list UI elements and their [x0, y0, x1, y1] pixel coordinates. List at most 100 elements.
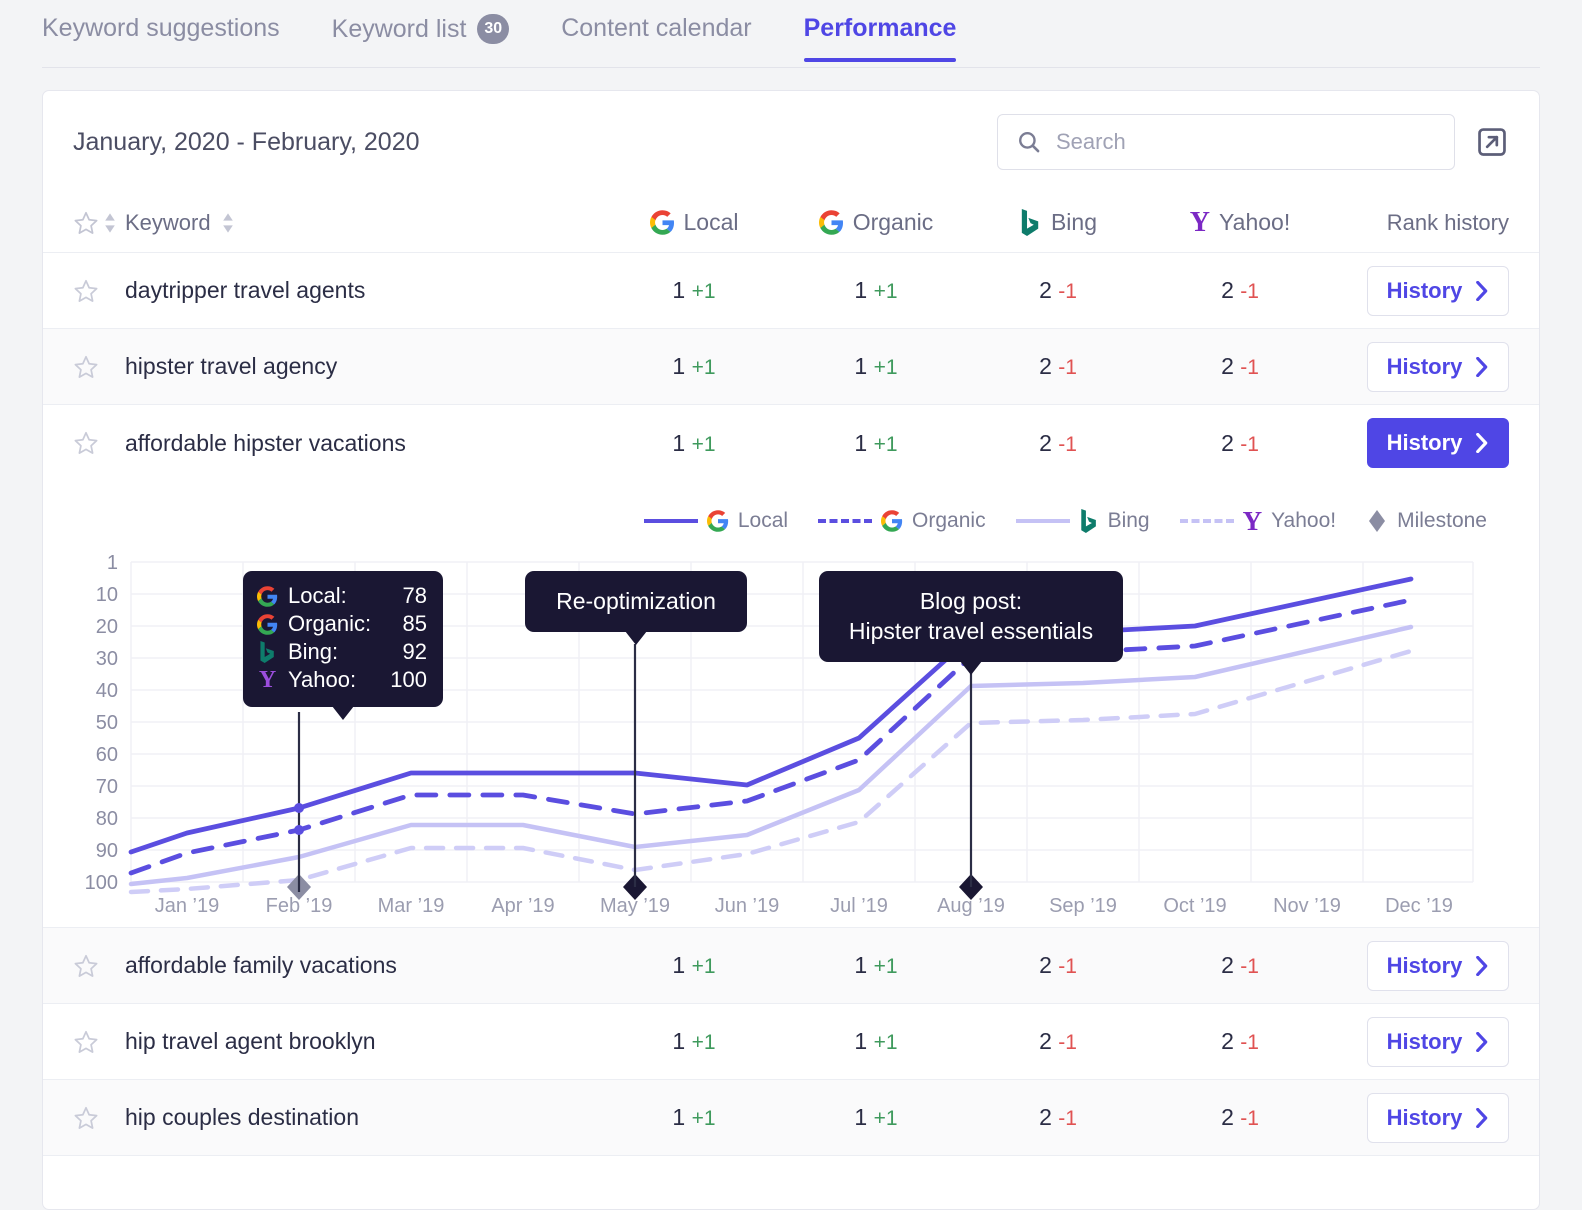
- tab-bar: Keyword suggestions Keyword list 30 Cont…: [0, 0, 1582, 68]
- rank-delta: +1: [691, 1107, 716, 1130]
- bing-rank-cell: 2 -1: [967, 1028, 1149, 1055]
- chevron-right-icon: [1476, 1031, 1488, 1052]
- favorite-toggle[interactable]: [73, 1029, 125, 1055]
- tab-performance[interactable]: Performance: [803, 0, 956, 62]
- tooltip-label: Local:: [288, 583, 347, 608]
- favorite-toggle[interactable]: [73, 278, 125, 304]
- bing-column-label: Bing: [1050, 209, 1098, 235]
- tooltip-label: Bing:: [288, 639, 339, 664]
- rank-value: 1: [854, 277, 868, 303]
- tooltip-label: Yahoo:: [288, 667, 357, 692]
- rank-value: 2: [1039, 1104, 1052, 1130]
- rank-delta: +1: [873, 432, 898, 456]
- legend-item-yahoo[interactable]: Y Yahoo!: [1179, 507, 1336, 535]
- y-tick-label: 80: [96, 808, 118, 830]
- rank-history-cell: History: [1331, 341, 1509, 392]
- favorite-toggle[interactable]: [73, 430, 125, 456]
- diamond-icon: [1369, 510, 1386, 532]
- favorite-toggle[interactable]: [73, 354, 125, 380]
- organic-rank-cell: 1 +1: [785, 277, 967, 304]
- tooltip-row-bing: Bing: 92: [257, 639, 427, 665]
- legend-item-local[interactable]: Local: [643, 509, 788, 533]
- yahoo-column-header[interactable]: Y Yahoo!: [1149, 208, 1331, 237]
- history-button[interactable]: History: [1367, 940, 1509, 991]
- sort-icon[interactable]: [221, 211, 235, 235]
- rank-value: 2: [1221, 429, 1234, 456]
- bing-rank-cell: 2 -1: [967, 430, 1149, 457]
- legend-label: Organic: [912, 509, 986, 532]
- favorite-toggle[interactable]: [73, 953, 125, 979]
- star-icon: [74, 1030, 98, 1053]
- search-input[interactable]: Search: [997, 114, 1455, 170]
- history-button-active[interactable]: History: [1367, 418, 1509, 468]
- table-row[interactable]: hipster travel agency 1 +1 1 +1 2 -1 2 -…: [43, 329, 1539, 405]
- favorite-column-header[interactable]: [73, 210, 125, 236]
- legend-item-organic[interactable]: Organic: [818, 509, 986, 533]
- local-rank-cell: 1 +1: [603, 1104, 785, 1131]
- y-tick-label: 70: [96, 776, 118, 798]
- rank-value: 1: [672, 1028, 686, 1054]
- local-rank-cell: 1 +1: [603, 1028, 785, 1055]
- bing-rank-cell: 2 -1: [967, 952, 1149, 979]
- local-column-header[interactable]: Local: [603, 209, 785, 236]
- legend-line-solid: [643, 519, 698, 523]
- table-column-headers: Keyword Local Organic Bing Y Yahoo! Rank…: [43, 193, 1539, 253]
- rank-value: 1: [672, 952, 686, 978]
- bing-icon: [260, 641, 274, 663]
- tooltip-row-yahoo: Y Yahoo: 100: [257, 667, 427, 693]
- x-tick-label: Sep ’19: [1049, 895, 1117, 917]
- rank-delta: -1: [1240, 432, 1259, 456]
- rank-delta: -1: [1240, 1031, 1259, 1054]
- history-button-label: History: [1386, 430, 1463, 455]
- rank-value: 1: [854, 353, 868, 379]
- rank-delta: +1: [873, 1107, 898, 1130]
- rank-value: 1: [672, 429, 686, 456]
- chevron-right-icon: [1476, 356, 1488, 377]
- yahoo-rank-cell: 2 -1: [1149, 277, 1331, 304]
- history-button-label: History: [1386, 1104, 1463, 1130]
- tab-content-calendar[interactable]: Content calendar: [561, 0, 751, 62]
- rank-delta: -1: [1058, 955, 1077, 978]
- rank-value: 2: [1039, 429, 1052, 456]
- history-button[interactable]: History: [1367, 265, 1509, 316]
- tab-keyword-suggestions[interactable]: Keyword suggestions: [42, 0, 280, 62]
- favorite-toggle[interactable]: [73, 1105, 125, 1131]
- x-tick-label: Feb ’19: [266, 895, 333, 917]
- organic-column-header[interactable]: Organic: [785, 209, 967, 236]
- sort-icon[interactable]: [103, 211, 117, 235]
- google-icon: [881, 510, 903, 532]
- tab-keyword-list[interactable]: Keyword list 30: [332, 0, 510, 63]
- history-button-label: History: [1386, 952, 1463, 978]
- history-button-label: History: [1386, 1028, 1463, 1054]
- chevron-right-icon: [1476, 280, 1488, 301]
- history-button[interactable]: History: [1367, 341, 1509, 392]
- organic-rank-cell: 1 +1: [785, 1104, 967, 1131]
- organic-column-label: Organic: [852, 209, 934, 235]
- y-tick-label: 50: [96, 712, 118, 734]
- bing-column-header[interactable]: Bing: [967, 209, 1149, 236]
- legend-item-bing[interactable]: Bing: [1015, 509, 1150, 533]
- legend-item-milestone[interactable]: Milestone: [1366, 509, 1487, 533]
- table-row[interactable]: hip travel agent brooklyn 1 +1 1 +1 2 -1…: [43, 1004, 1539, 1080]
- rank-value: 1: [672, 353, 686, 379]
- rank-value: 2: [1221, 1028, 1234, 1054]
- rank-delta: -1: [1240, 356, 1259, 379]
- table-row[interactable]: hip couples destination 1 +1 1 +1 2 -1 2…: [43, 1080, 1539, 1156]
- rank-history-cell: History: [1331, 418, 1509, 468]
- legend-label: Milestone: [1397, 509, 1487, 532]
- star-icon: [74, 355, 98, 378]
- rank-delta: +1: [691, 1031, 716, 1054]
- table-row[interactable]: affordable family vacations 1 +1 1 +1 2 …: [43, 928, 1539, 1004]
- table-row-expanded[interactable]: affordable hipster vacations 1 +1 1 +1 2…: [43, 405, 1539, 481]
- yahoo-rank-cell: 2 -1: [1149, 430, 1331, 457]
- rank-delta: +1: [691, 432, 716, 456]
- history-button[interactable]: History: [1367, 1016, 1509, 1067]
- external-link-icon[interactable]: [1475, 125, 1509, 159]
- table-row[interactable]: daytripper travel agents 1 +1 1 +1 2 -1 …: [43, 253, 1539, 329]
- rank-delta: +1: [873, 955, 898, 978]
- keyword-column-header[interactable]: Keyword: [125, 210, 603, 236]
- x-axis-labels: Jan ’19 Feb ’19 Mar ’19 Apr ’19 May ’19 …: [155, 895, 1453, 917]
- rank-value: 1: [854, 1104, 868, 1130]
- x-tick-label: Mar ’19: [378, 895, 445, 917]
- history-button[interactable]: History: [1367, 1092, 1509, 1143]
